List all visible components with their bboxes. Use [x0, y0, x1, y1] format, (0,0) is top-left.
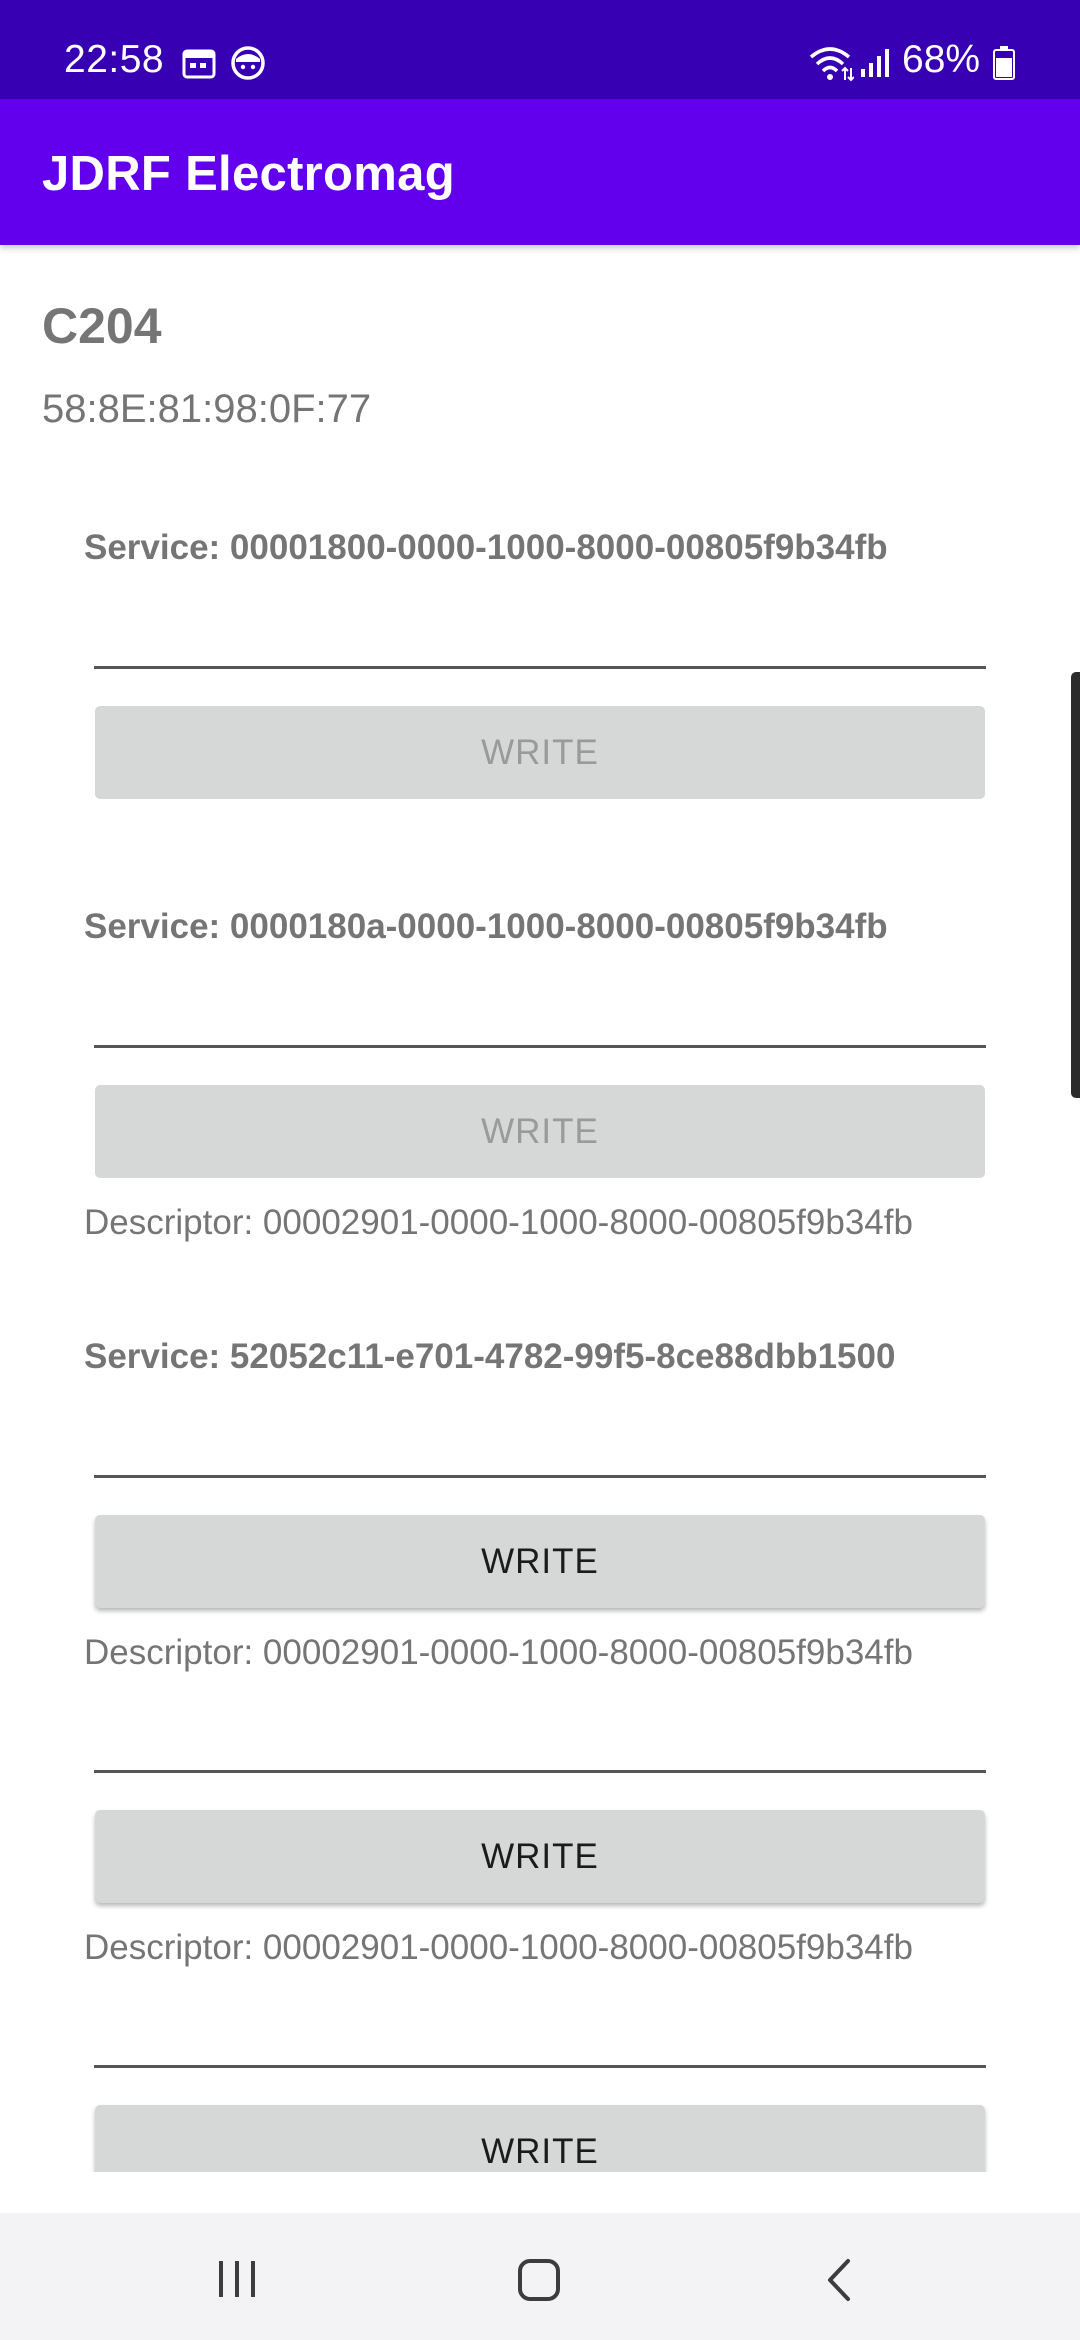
service-label: Service: 52052c11-e701-4782-99f5-8ce88db…: [84, 1337, 896, 1376]
navigation-bar: [0, 2213, 1080, 2340]
write-button[interactable]: WRITE: [95, 2105, 985, 2172]
scrollbar[interactable]: [1071, 672, 1080, 1098]
descriptor-label: Descriptor: 00002901-0000-1000-8000-0080…: [84, 1633, 913, 1672]
device-address: 58:8E:81:98:0F:77: [42, 387, 372, 431]
write-button[interactable]: WRITE: [95, 1515, 985, 1608]
status-time: 22:58: [64, 38, 165, 81]
status-bar: 22:58 68%: [0, 0, 1080, 99]
home-icon[interactable]: [516, 2257, 562, 2303]
write-button[interactable]: WRITE: [95, 1085, 985, 1178]
write-value-input[interactable]: [94, 2065, 986, 2068]
write-value-input[interactable]: [94, 1475, 986, 1478]
back-icon[interactable]: [822, 2257, 858, 2303]
battery-percentage: 68%: [902, 38, 981, 81]
write-value-input[interactable]: [94, 1045, 986, 1048]
calendar-icon: [182, 49, 216, 79]
scroll-clip: WRITE: [0, 2100, 1080, 2172]
service-label: Service: 0000180a-0000-1000-8000-00805f9…: [84, 907, 888, 946]
wifi-icon: [809, 47, 854, 82]
write-button[interactable]: WRITE: [95, 1810, 985, 1903]
write-value-input[interactable]: [94, 1770, 986, 1773]
service-label: Service: 00001800-0000-1000-8000-00805f9…: [84, 528, 888, 567]
recents-icon[interactable]: [214, 2259, 260, 2299]
notification-face-icon: [231, 46, 265, 80]
device-name: C204: [42, 298, 162, 354]
app-title: JDRF Electromag: [42, 147, 455, 201]
write-value-input[interactable]: [94, 666, 986, 669]
cellular-signal-icon: [861, 49, 889, 77]
descriptor-label: Descriptor: 00002901-0000-1000-8000-0080…: [84, 1203, 913, 1242]
battery-icon: [993, 46, 1015, 80]
app-bar: JDRF Electromag: [0, 99, 1080, 245]
write-button[interactable]: WRITE: [95, 706, 985, 799]
descriptor-label: Descriptor: 00002901-0000-1000-8000-0080…: [84, 1928, 913, 1967]
